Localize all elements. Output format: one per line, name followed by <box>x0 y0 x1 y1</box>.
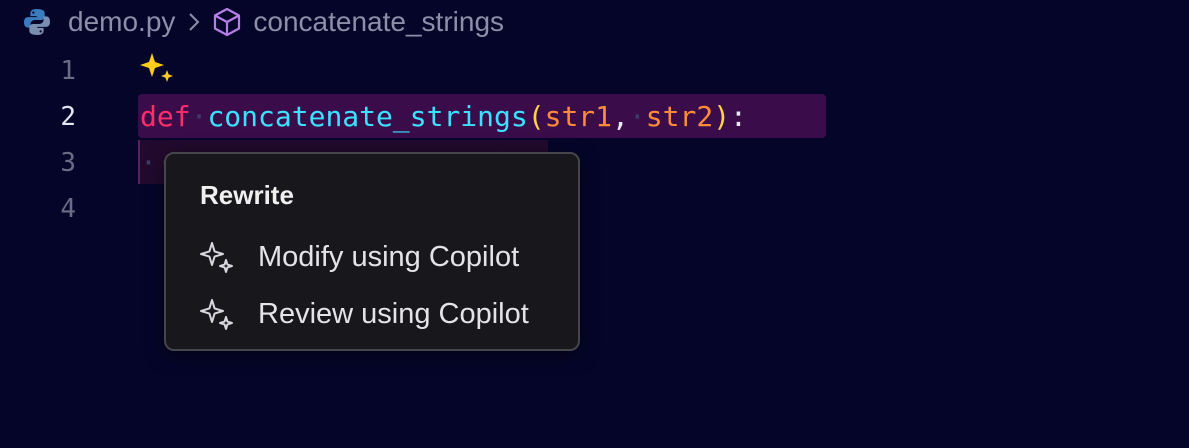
cube-icon <box>214 7 241 37</box>
param-str1: str1 <box>544 100 613 133</box>
sparkle-icon <box>200 299 233 330</box>
code-line-2[interactable]: 2 def·concatenate_strings(str1,·str2): <box>0 94 1189 140</box>
review-using-copilot-item[interactable]: Review using Copilot <box>184 289 560 339</box>
chevron-right-icon <box>187 11 201 33</box>
open-paren: ( <box>527 100 545 133</box>
keyword-def: def <box>140 100 191 133</box>
line-number: 2 <box>60 102 76 132</box>
code-line-1[interactable]: 1 <box>0 48 1189 94</box>
menu-item-label: Modify using Copilot <box>258 240 520 273</box>
line-number: 3 <box>60 148 76 178</box>
param-str2: str2 <box>645 100 714 133</box>
line-number: 1 <box>60 56 76 86</box>
line-number: 4 <box>60 194 76 224</box>
sparkle-icon <box>200 242 233 273</box>
function-name: concatenate_strings <box>207 100 528 133</box>
python-icon <box>24 9 50 35</box>
breadcrumb: demo.py concatenate_strings <box>22 4 504 40</box>
breadcrumb-file[interactable]: demo.py <box>68 6 175 38</box>
copilot-sparkle-icon[interactable] <box>138 50 178 86</box>
code-text: def·concatenate_strings(str1,·str2): <box>140 100 747 133</box>
menu-header: Rewrite <box>200 180 294 210</box>
colon: : <box>730 100 747 133</box>
close-paren: ) <box>713 100 731 133</box>
menu-item-label: Review using Copilot <box>258 297 529 330</box>
modify-using-copilot-item[interactable]: Modify using Copilot <box>184 232 560 282</box>
copilot-context-menu: Rewrite Modify using Copilot Review usin… <box>164 152 580 351</box>
comma: , <box>612 100 629 133</box>
breadcrumb-symbol[interactable]: concatenate_strings <box>253 6 504 38</box>
